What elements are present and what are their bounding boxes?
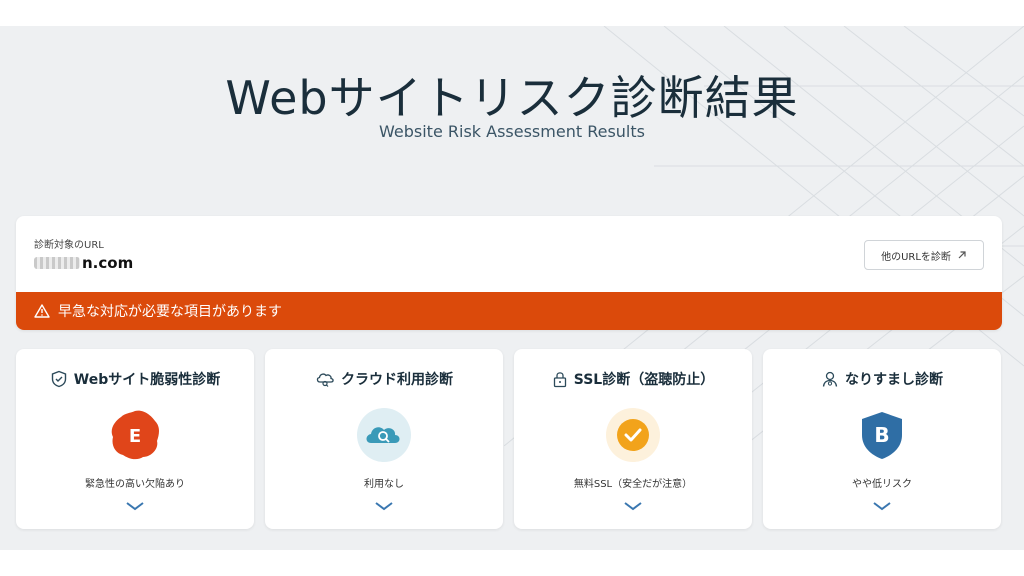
shield-icon <box>51 370 66 388</box>
card-status: 利用なし <box>364 479 404 490</box>
card-status: 無料SSL（安全だが注意） <box>573 479 693 490</box>
card-title: なりすまし診断 <box>763 369 1001 389</box>
chevron-down-icon[interactable] <box>124 499 146 513</box>
redacted-text <box>34 257 80 269</box>
card-ssl[interactable]: SSL診断（盗聴防止） 無料SSL（安全だが注意） <box>514 349 752 529</box>
alert-banner: 早急な対応が必要な項目があります <box>16 292 1002 330</box>
target-url-text: n.com <box>82 254 134 272</box>
external-arrow-icon <box>958 251 966 259</box>
svg-text:E: E <box>129 426 141 447</box>
card-status: やや低リスク <box>852 479 912 490</box>
card-title-text: SSL診断（盗聴防止） <box>573 372 715 388</box>
card-title-text: なりすまし診断 <box>845 372 943 388</box>
target-url-card: 診断対象のURL n.com 他のURLを診断 早急な対応が必要な項目があります <box>16 216 1002 330</box>
chevron-down-icon[interactable] <box>871 499 893 513</box>
alert-text: 早急な対応が必要な項目があります <box>58 304 282 320</box>
chevron-down-icon[interactable] <box>373 499 395 513</box>
page-subtitle: Website Risk Assessment Results <box>379 122 645 141</box>
svg-text:B: B <box>874 423 889 447</box>
target-url: n.com <box>34 254 133 272</box>
person-icon <box>822 371 838 387</box>
page-background: Webサイトリスク診断結果 Website Risk Assessment Re… <box>0 26 1024 550</box>
card-web-vulnerability[interactable]: Webサイト脆弱性診断 E 緊急性の高い欠陥あり <box>16 349 254 529</box>
lock-icon <box>553 372 566 388</box>
card-title: クラウド利用診断 <box>265 369 503 389</box>
grade-e-icon: E <box>111 410 159 460</box>
cloud-search-badge-icon <box>357 408 411 462</box>
page-title: Webサイトリスク診断結果 <box>225 71 799 125</box>
warning-icon <box>34 304 50 318</box>
card-title-text: Webサイト脆弱性診断 <box>73 372 221 388</box>
check-badge-icon <box>606 408 660 462</box>
diagnose-other-url-button[interactable]: 他のURLを診断 <box>864 240 984 270</box>
cloud-search-icon <box>316 373 334 387</box>
card-title-text: クラウド利用診断 <box>341 372 453 388</box>
grade-b-icon: B <box>862 412 902 459</box>
card-status: 緊急性の高い欠陥あり <box>85 479 185 490</box>
target-url-label: 診断対象のURL <box>34 240 104 251</box>
card-title: Webサイト脆弱性診断 <box>16 369 254 389</box>
card-title: SSL診断（盗聴防止） <box>514 369 752 389</box>
card-impersonation[interactable]: なりすまし診断 B やや低リスク <box>763 349 1001 529</box>
chevron-down-icon[interactable] <box>622 499 644 513</box>
diagnosis-cards: Webサイト脆弱性診断 E 緊急性の高い欠陥あり クラウド利用診断 利用なし S… <box>16 349 1004 531</box>
card-cloud-usage[interactable]: クラウド利用診断 利用なし <box>265 349 503 529</box>
other-url-button-label: 他のURLを診断 <box>881 251 951 263</box>
